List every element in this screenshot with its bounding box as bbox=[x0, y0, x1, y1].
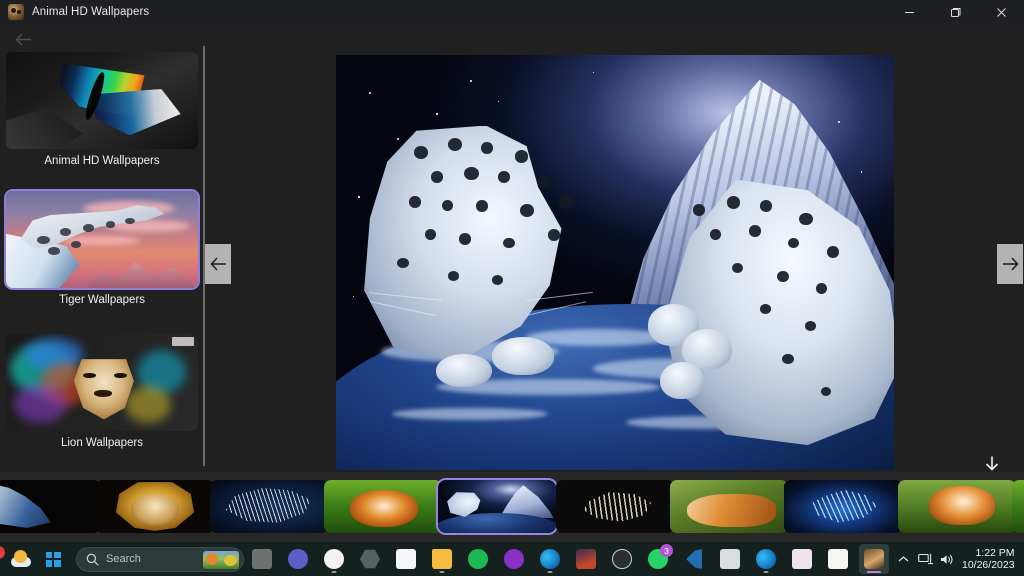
minimize-button[interactable] bbox=[886, 0, 932, 24]
filmstrip-item-leopard-neon[interactable] bbox=[210, 480, 328, 533]
edge-icon bbox=[540, 549, 560, 569]
taskbar-item-microsoft-edge[interactable] bbox=[535, 544, 565, 574]
weather-badge: 1 bbox=[0, 546, 5, 559]
wallpaper-image bbox=[336, 55, 894, 470]
certificate-icon bbox=[828, 549, 848, 569]
start-button[interactable] bbox=[38, 544, 68, 574]
taskbar-item-edge-dev[interactable] bbox=[751, 544, 781, 574]
search-icon bbox=[86, 553, 99, 566]
taskbar-item-task-view[interactable] bbox=[247, 544, 277, 574]
volume-icon[interactable] bbox=[936, 544, 958, 574]
github-icon bbox=[504, 549, 524, 569]
taskbar-item-obs-studio[interactable] bbox=[607, 544, 637, 574]
taskbar-center: Search 3 bbox=[38, 544, 892, 574]
sidebar-thumbnail-butterfly bbox=[6, 52, 198, 149]
taskbar-item-visual-studio-code[interactable] bbox=[679, 544, 709, 574]
maximize-button[interactable] bbox=[932, 0, 978, 24]
next-button[interactable] bbox=[997, 244, 1023, 284]
search-input[interactable]: Search bbox=[76, 546, 244, 572]
filmstrip-item-tiger-closeup[interactable] bbox=[898, 480, 1016, 533]
sidebar-thumbnail-lion bbox=[6, 334, 198, 431]
taskbar-item-github[interactable] bbox=[499, 544, 529, 574]
app-window: Animal HD Wallpapers Animal HD Wallpaper… bbox=[0, 0, 1024, 576]
search-highlight-image bbox=[203, 550, 239, 569]
task-view-icon bbox=[252, 549, 272, 569]
taskbar-item-file-explorer[interactable] bbox=[427, 544, 457, 574]
search-placeholder: Search bbox=[106, 553, 141, 565]
wallpaper-filmstrip[interactable] bbox=[0, 472, 1024, 542]
taskbar-item-animal-hd-wallpapers[interactable] bbox=[859, 544, 889, 574]
app-icon bbox=[8, 4, 24, 20]
previous-button[interactable] bbox=[205, 244, 231, 284]
sidebar-item-tiger-wallpapers[interactable]: Tiger Wallpapers bbox=[4, 189, 200, 306]
windows-taskbar: 1 Search bbox=[0, 542, 1024, 576]
app-store-icon bbox=[324, 549, 344, 569]
obs-icon bbox=[612, 549, 632, 569]
sidebar-item-label: Lion Wallpapers bbox=[60, 437, 144, 449]
filmstrip-item-electric-animal[interactable] bbox=[784, 480, 902, 533]
sidebar-item-lion-wallpapers[interactable]: Lion Wallpapers bbox=[6, 334, 198, 449]
vscode-icon bbox=[686, 549, 702, 569]
filmstrip-item-tiger-grass[interactable] bbox=[324, 480, 442, 533]
whatsapp-badge: 3 bbox=[660, 544, 673, 557]
edge-dev-icon bbox=[756, 549, 776, 569]
taskbar-item-spotify[interactable] bbox=[463, 544, 493, 574]
filmstrip-item-wolf[interactable] bbox=[0, 480, 100, 533]
title-bar: Animal HD Wallpapers bbox=[0, 0, 1024, 24]
game-icon bbox=[576, 549, 596, 569]
close-button[interactable] bbox=[978, 0, 1024, 24]
spotify-icon bbox=[468, 549, 488, 569]
teams-icon bbox=[288, 549, 308, 569]
show-hidden-icons-button[interactable] bbox=[892, 544, 914, 574]
taskbar-item-certificate-app[interactable] bbox=[823, 544, 853, 574]
ribbon-icon bbox=[792, 549, 812, 569]
sidebar-thumbnail-tiger bbox=[4, 189, 200, 290]
notification-bell-icon[interactable] bbox=[1021, 544, 1024, 574]
category-sidebar[interactable]: Animal HD Wallpapers Tiger Wallpapers Li… bbox=[0, 46, 204, 466]
filmstrip-item-tiger-sketch[interactable] bbox=[556, 480, 674, 533]
windows-logo-icon bbox=[45, 551, 61, 567]
taskbar-item-ribbon-app[interactable] bbox=[787, 544, 817, 574]
animal-wallpapers-icon bbox=[864, 549, 884, 569]
window-title: Animal HD Wallpapers bbox=[32, 6, 150, 18]
sidebar-item-animal-hd-wallpapers[interactable]: Animal HD Wallpapers bbox=[6, 52, 198, 167]
clock[interactable]: 1:22 PM 10/26/2023 bbox=[962, 547, 1015, 571]
sidebar-item-label: Tiger Wallpapers bbox=[58, 294, 146, 306]
taskbar-item-game[interactable] bbox=[571, 544, 601, 574]
filmstrip-item-next-partial[interactable] bbox=[1012, 480, 1024, 533]
watermark bbox=[172, 337, 194, 346]
clock-time: 1:22 PM bbox=[975, 547, 1015, 559]
file-explorer-icon bbox=[432, 549, 452, 569]
wallpaper-viewer[interactable] bbox=[336, 55, 894, 470]
taskbar-item-teams[interactable] bbox=[283, 544, 313, 574]
taskbar-item-hexagon-app[interactable] bbox=[355, 544, 385, 574]
clock-date: 10/26/2023 bbox=[962, 559, 1015, 571]
taskbar-item-whatsapp[interactable]: 3 bbox=[643, 544, 673, 574]
dark-app-icon bbox=[720, 549, 740, 569]
microsoft-store-icon bbox=[396, 549, 416, 569]
taskbar-item-app-store[interactable] bbox=[319, 544, 349, 574]
filmstrip-item-tiger-resting[interactable] bbox=[670, 480, 788, 533]
hexagon-icon bbox=[360, 549, 380, 569]
taskbar-item-microsoft-store[interactable] bbox=[391, 544, 421, 574]
network-icon[interactable] bbox=[914, 544, 936, 574]
taskbar-item-dark-app[interactable] bbox=[715, 544, 745, 574]
filmstrip-item-lion[interactable] bbox=[96, 480, 214, 533]
sidebar-item-label: Animal HD Wallpapers bbox=[44, 155, 160, 167]
filmstrip-item-snow-leopards[interactable] bbox=[436, 478, 558, 535]
system-tray: 1:22 PM 10/26/2023 bbox=[892, 544, 1024, 574]
